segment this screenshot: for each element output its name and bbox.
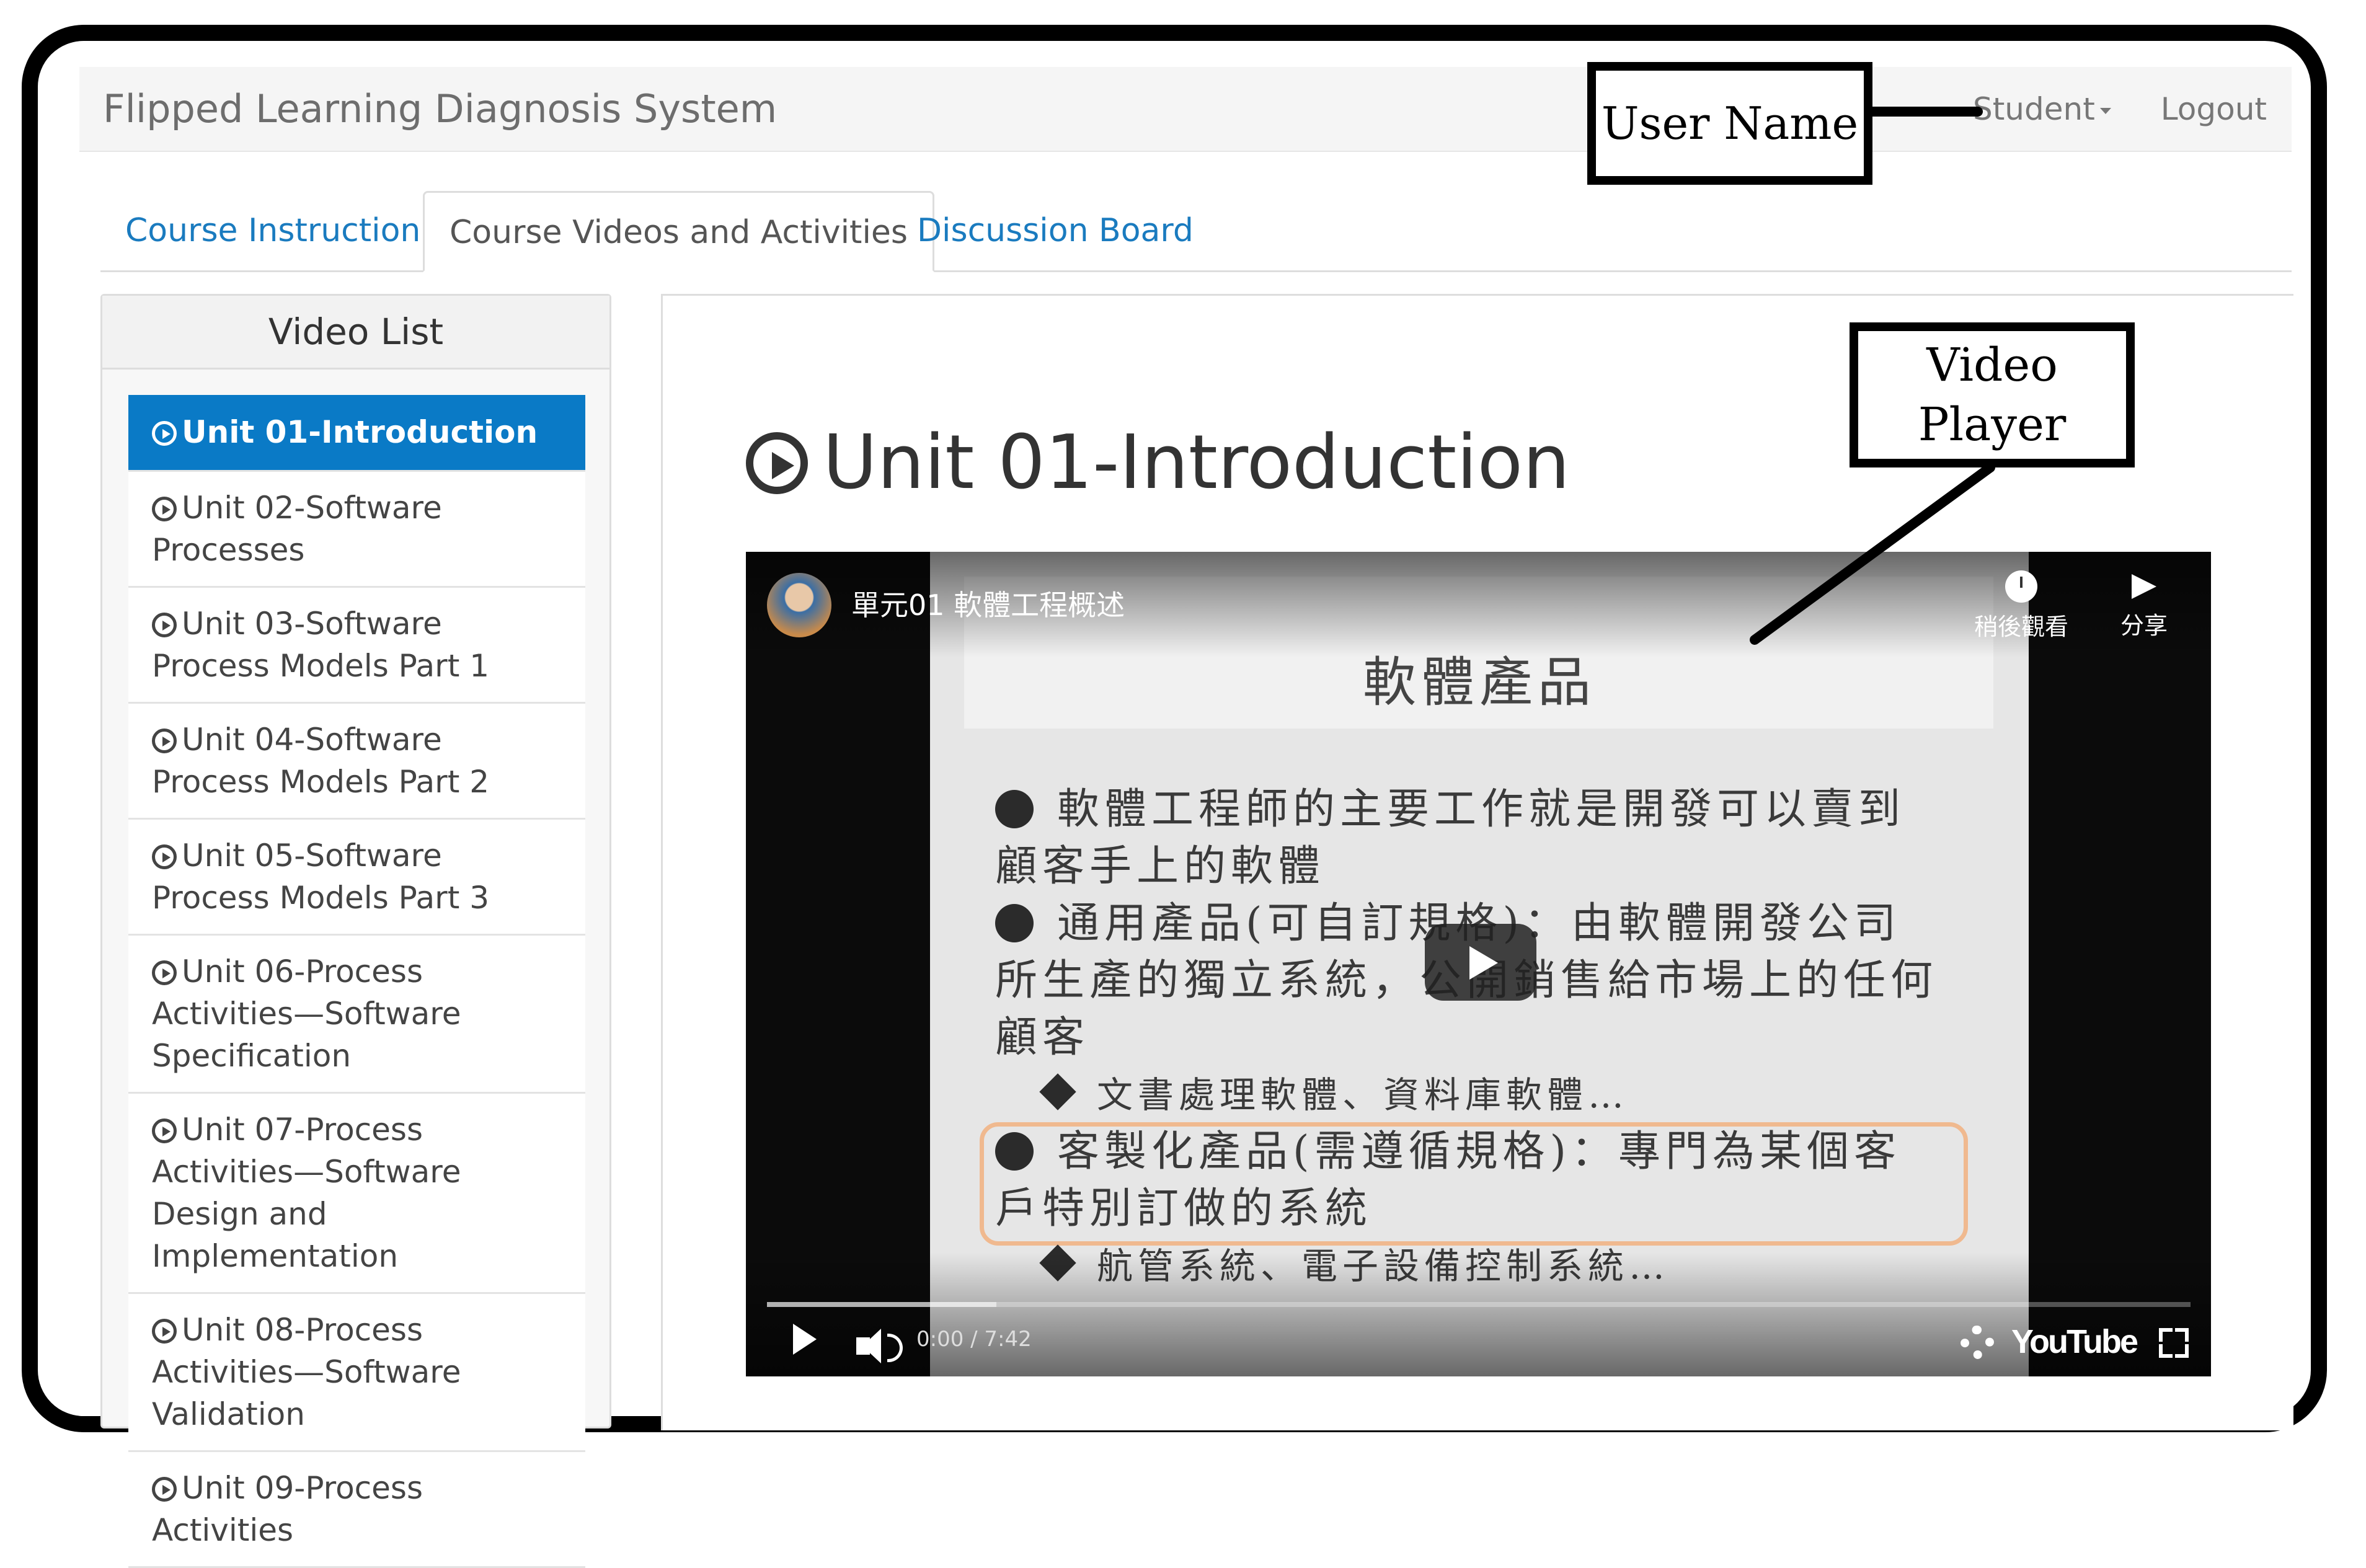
video-player-callout: Video Player: [1850, 322, 2135, 467]
user-name-callout: User Name: [1587, 62, 1872, 185]
video-player-pointer: [1750, 463, 1995, 645]
video-list-item-label: Unit 09-Process Activities: [152, 1470, 423, 1548]
user-name-callout-label: User Name: [1601, 97, 1859, 149]
play-circle-icon: [152, 1477, 177, 1502]
video-list-item[interactable]: Unit 09-Process Activities: [128, 1452, 585, 1568]
video-player-callout-line1: Video: [1926, 339, 2058, 392]
annotation-lines: [1750, 107, 1995, 645]
video-player-callout-line2: Player: [1918, 398, 2067, 451]
